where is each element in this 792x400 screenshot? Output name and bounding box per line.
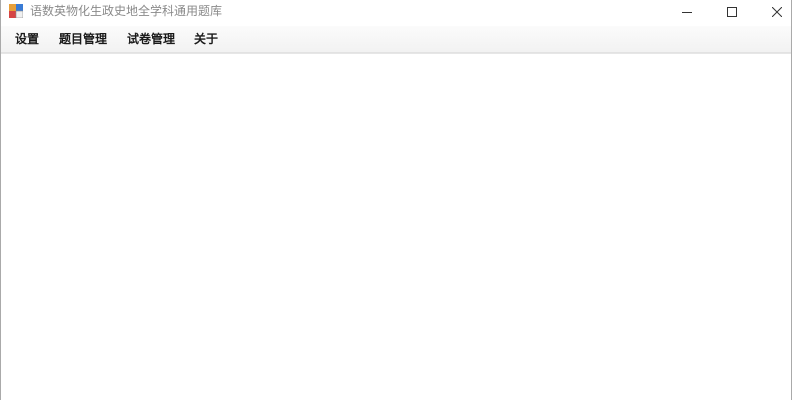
application-icon[interactable] bbox=[9, 4, 23, 18]
title-bar[interactable]: 语数英物化生政史地全学科通用题库 bbox=[1, 0, 791, 24]
minimize-icon bbox=[682, 12, 692, 13]
maximize-button[interactable] bbox=[709, 0, 755, 24]
close-button[interactable] bbox=[754, 0, 792, 24]
menu-item-about[interactable]: 关于 bbox=[192, 32, 220, 46]
close-icon bbox=[772, 7, 782, 17]
client-area bbox=[1, 53, 791, 400]
maximize-icon bbox=[727, 7, 737, 17]
menu-bar: 设置 题目管理 试卷管理 关于 bbox=[1, 26, 791, 53]
minimize-button[interactable] bbox=[664, 0, 710, 24]
window-title: 语数英物化生政史地全学科通用题库 bbox=[30, 4, 223, 18]
menu-item-paper-management[interactable]: 试卷管理 bbox=[125, 32, 177, 46]
menu-item-settings[interactable]: 设置 bbox=[13, 32, 41, 46]
menu-item-question-management[interactable]: 题目管理 bbox=[57, 32, 109, 46]
main-window: 语数英物化生政史地全学科通用题库 设置 题目管理 试卷管理 关于 bbox=[0, 0, 792, 400]
